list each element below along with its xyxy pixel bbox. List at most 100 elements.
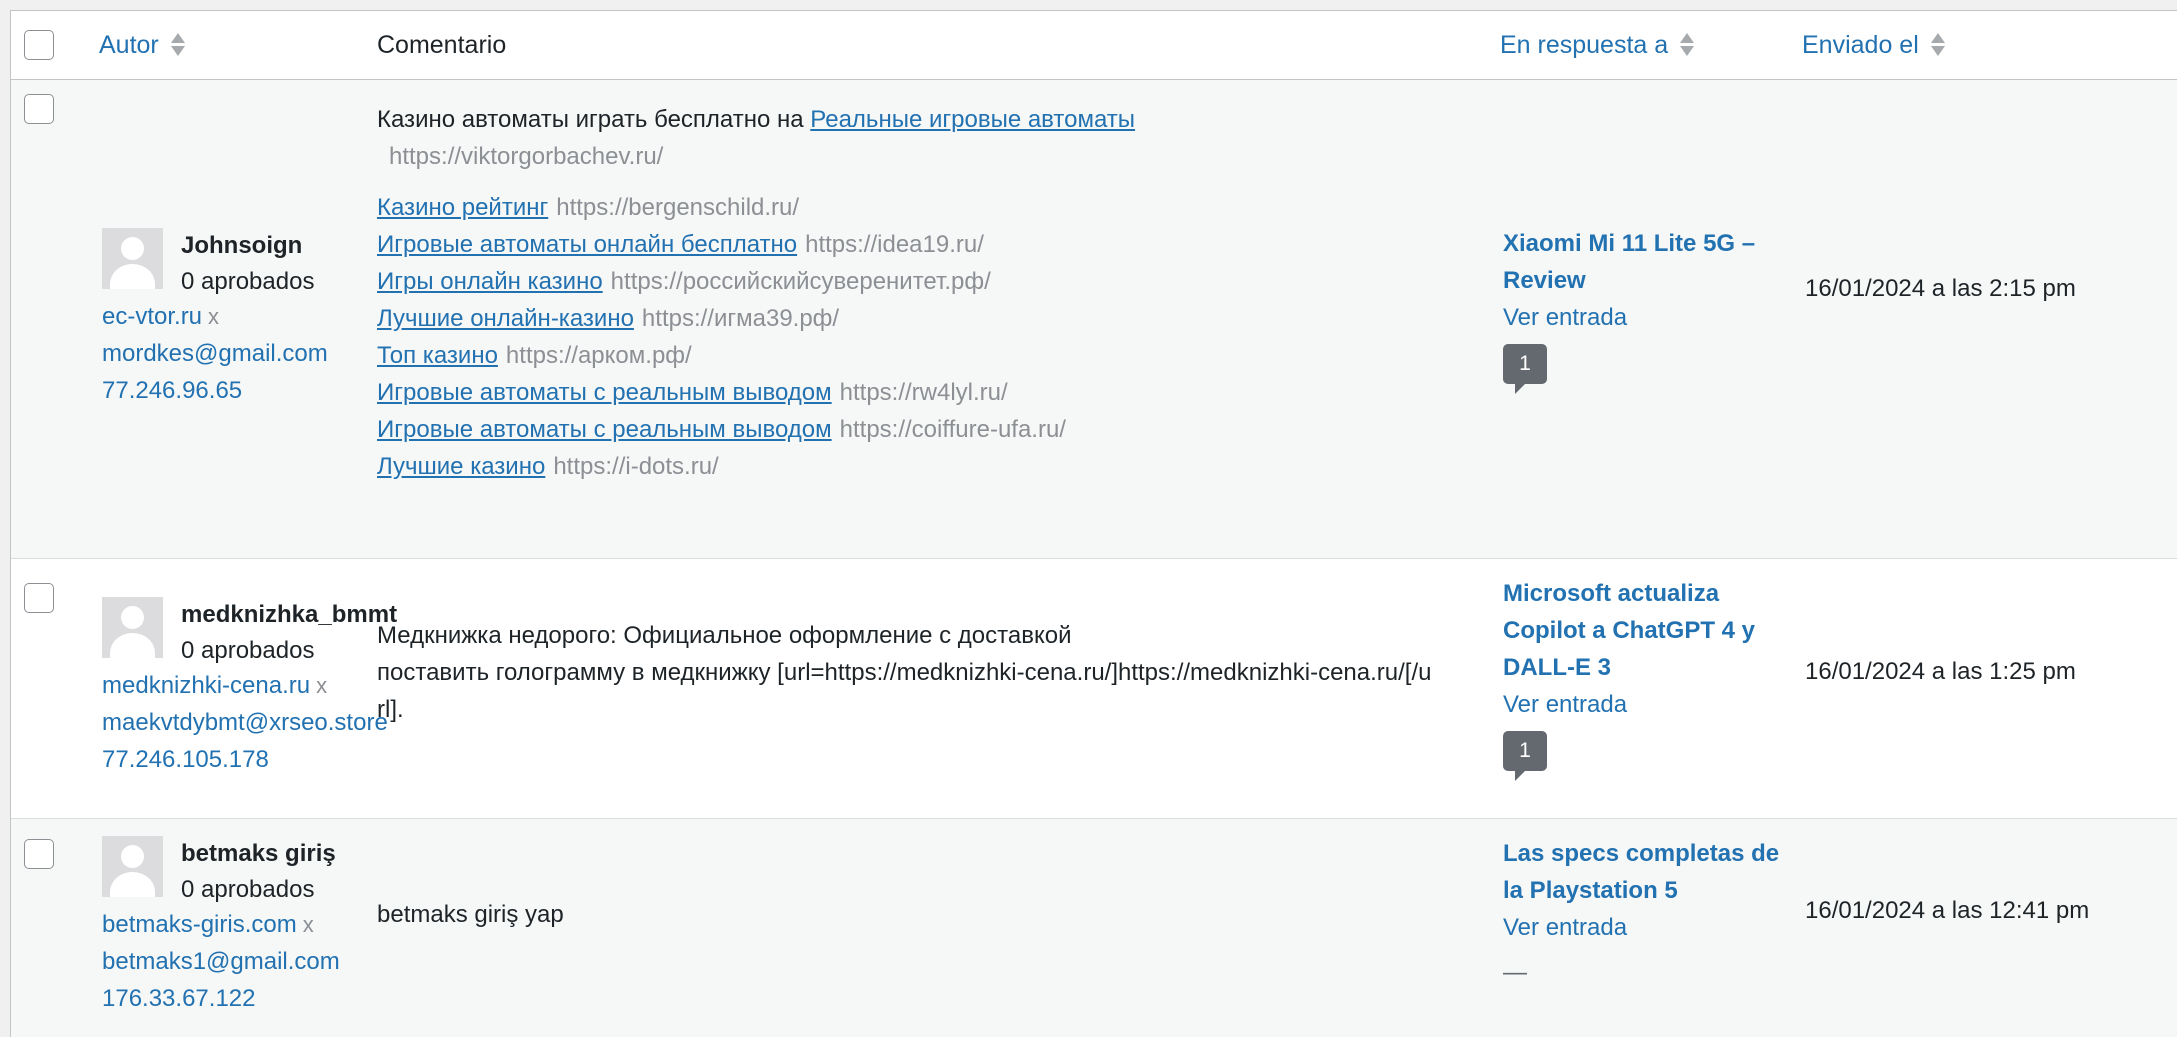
comment-link[interactable]: Лучшие казино (377, 453, 545, 480)
comment-count-bubble[interactable]: 1 (1503, 731, 1547, 781)
select-all-checkbox[interactable] (24, 30, 54, 60)
author-url-link[interactable]: betmaks-giris.com (102, 911, 297, 938)
avatar (102, 228, 163, 289)
comment-link[interactable]: Реальные игровые автоматы (810, 106, 1135, 133)
comment-cell: Казино автоматы играть бесплатно на Реал… (377, 79, 1477, 559)
sort-author-link[interactable]: Autor (99, 31, 185, 60)
column-author-label: Autor (99, 30, 159, 59)
row-checkbox[interactable] (24, 839, 54, 869)
row-select-cell (11, 818, 63, 1037)
author-name: Johnsoign (181, 232, 303, 259)
comment-link-line: Игровые автоматы с реальным выводом https… (377, 411, 1477, 448)
author-meta: betmaks giriş 0 aprobados (163, 836, 336, 908)
comment-cell: Медкнижка недорого: Официальное оформлен… (377, 558, 1477, 819)
comment-url: https://viktorgorbachev.ru/ (389, 143, 664, 170)
comment-link[interactable]: Лучшие онлайн-казино (377, 305, 634, 332)
sort-arrows-icon (1930, 31, 1945, 59)
response-cell: Las specs completas de la Playstation 5 … (1477, 818, 1801, 1037)
comment-text: betmaks giriş yap (377, 901, 564, 928)
view-post-link[interactable]: Ver entrada (1503, 909, 1781, 946)
table-row: medknizhka_bmmt 0 aprobados medknizhki-c… (11, 558, 2177, 819)
author-cell: Johnsoign 0 aprobados ec-vtor.ru x mordke… (63, 79, 377, 559)
post-title-link[interactable]: Las specs completas de la Playstation 5 (1503, 835, 1781, 909)
comments-table-panel: Autor Comentario En respuesta a Enviado … (10, 10, 2177, 1037)
submitted-date: 16/01/2024 a las 12:41 pm (1805, 897, 2090, 924)
column-comment-label: Comentario (377, 30, 507, 59)
view-post-link[interactable]: Ver entrada (1503, 686, 1781, 723)
author-cell: medknizhka_bmmt 0 aprobados medknizhki-c… (63, 558, 397, 819)
comment-link[interactable]: Казино рейтинг (377, 194, 548, 221)
comment-link[interactable]: Топ казино (377, 342, 498, 369)
comment-url: https://арком.рф/ (505, 342, 692, 369)
post-title-link[interactable]: Microsoft actualiza Copilot a ChatGPT 4 … (1503, 575, 1781, 686)
author-ip-link[interactable]: 77.246.96.65 (102, 372, 377, 409)
row-select-cell (11, 558, 63, 819)
submitted-date: 16/01/2024 a las 1:25 pm (1805, 658, 2076, 685)
approved-count: 0 aprobados (181, 637, 315, 664)
row-checkbox[interactable] (24, 583, 54, 613)
post-title-link[interactable]: Xiaomi Mi 11 Lite 5G – Review (1503, 225, 1781, 299)
view-post-link[interactable]: Ver entrada (1503, 299, 1781, 336)
row-select-cell (11, 79, 63, 559)
comment-link[interactable]: Игровые автоматы с реальным выводом (377, 379, 832, 406)
submitted-date: 16/01/2024 a las 2:15 pm (1805, 275, 2076, 302)
comment-url: https://i-dots.ru/ (553, 453, 719, 480)
comment-link-line: Казино рейтинг https://bergenschild.ru/ (377, 189, 1477, 226)
comment-url: https://idea19.ru/ (805, 231, 984, 258)
comment-text: Медкнижка недорого: Официальное оформлен… (377, 622, 1072, 649)
comment-text: поставить голограмму в медкнижку [url=ht… (377, 659, 1432, 723)
comment-link-line: Игровые автоматы с реальным выводом https… (377, 374, 1477, 411)
comments-table: Autor Comentario En respuesta a Enviado … (11, 11, 2177, 1037)
author-url-link[interactable]: medknizhki-cena.ru (102, 672, 310, 699)
comment-link-line: Игры онлайн казино https://российскийсуве… (377, 263, 1477, 300)
response-cell: Xiaomi Mi 11 Lite 5G – Review Ver entrad… (1477, 79, 1801, 559)
no-comments-dash: — (1503, 959, 1527, 986)
remove-url-icon[interactable]: x (316, 673, 327, 698)
sort-date-link[interactable]: Enviado el (1802, 31, 1945, 60)
comment-link[interactable]: Игровые автоматы онлайн бесплатно (377, 231, 797, 258)
remove-url-icon[interactable]: x (303, 912, 314, 937)
comment-url: https://игма39.рф/ (641, 305, 840, 332)
author-ip-link[interactable]: 176.33.67.122 (102, 980, 377, 1017)
column-author: Autor (63, 11, 377, 80)
author-info: betmaks giriş 0 aprobados (102, 836, 377, 908)
row-checkbox[interactable] (24, 94, 54, 124)
select-all-cell (11, 11, 63, 80)
avatar (102, 597, 163, 658)
comment-url: https://rw4lyl.ru/ (839, 379, 1008, 406)
author-email-link[interactable]: maekvtdybmt@xrseo.store (102, 704, 388, 741)
author-cell: betmaks giriş 0 aprobados betmaks-giris.… (63, 818, 377, 1037)
avatar (102, 836, 163, 897)
date-cell: 16/01/2024 a las 12:41 pm (1801, 818, 2177, 1037)
author-info: medknizhka_bmmt 0 aprobados (102, 597, 397, 669)
column-comment: Comentario (377, 11, 1477, 80)
comment-url: https://bergenschild.ru/ (556, 194, 800, 221)
author-name: betmaks giriş (181, 840, 336, 867)
remove-url-icon[interactable]: x (208, 304, 219, 329)
sort-response-link[interactable]: En respuesta a (1500, 30, 1695, 60)
approved-count: 0 aprobados (181, 268, 315, 295)
column-response-label: En respuesta a (1500, 30, 1669, 59)
comment-count-bubble[interactable]: 1 (1503, 344, 1547, 394)
sort-arrows-icon (1680, 31, 1695, 59)
comment-intro-text: Казино автоматы играть бесплатно на (377, 106, 811, 133)
comment-link[interactable]: Игры онлайн казино (377, 268, 603, 295)
comment-link-line: Лучшие казино https://i-dots.ru/ (377, 448, 1477, 485)
author-email-link[interactable]: betmaks1@gmail.com (102, 943, 377, 980)
author-url-link[interactable]: ec-vtor.ru (102, 303, 202, 330)
comment-url: https://coiffure-ufa.ru/ (839, 416, 1066, 443)
table-row: betmaks giriş 0 aprobados betmaks-giris.… (11, 818, 2177, 1037)
response-cell: Microsoft actualiza Copilot a ChatGPT 4 … (1477, 558, 1801, 819)
sort-arrows-icon (170, 31, 185, 59)
comment-link-line: Топ казино https://арком.рф/ (377, 337, 1477, 374)
author-name: medknizhka_bmmt (181, 601, 398, 628)
date-cell: 16/01/2024 a las 1:25 pm (1801, 558, 2177, 819)
comment-url: https://российскийсуверенитет.рф/ (610, 268, 991, 295)
comment-link[interactable]: Игровые автоматы с реальным выводом (377, 416, 832, 443)
author-ip-link[interactable]: 77.246.105.178 (102, 741, 377, 778)
column-in-response-to: En respuesta a (1477, 11, 1801, 80)
comment-link-line: Игровые автоматы онлайн бесплатно https:/… (377, 226, 1477, 263)
author-info: Johnsoign 0 aprobados (102, 228, 377, 300)
table-header-row: Autor Comentario En respuesta a Enviado … (11, 11, 2177, 80)
author-email-link[interactable]: mordkes@gmail.com (102, 335, 377, 372)
